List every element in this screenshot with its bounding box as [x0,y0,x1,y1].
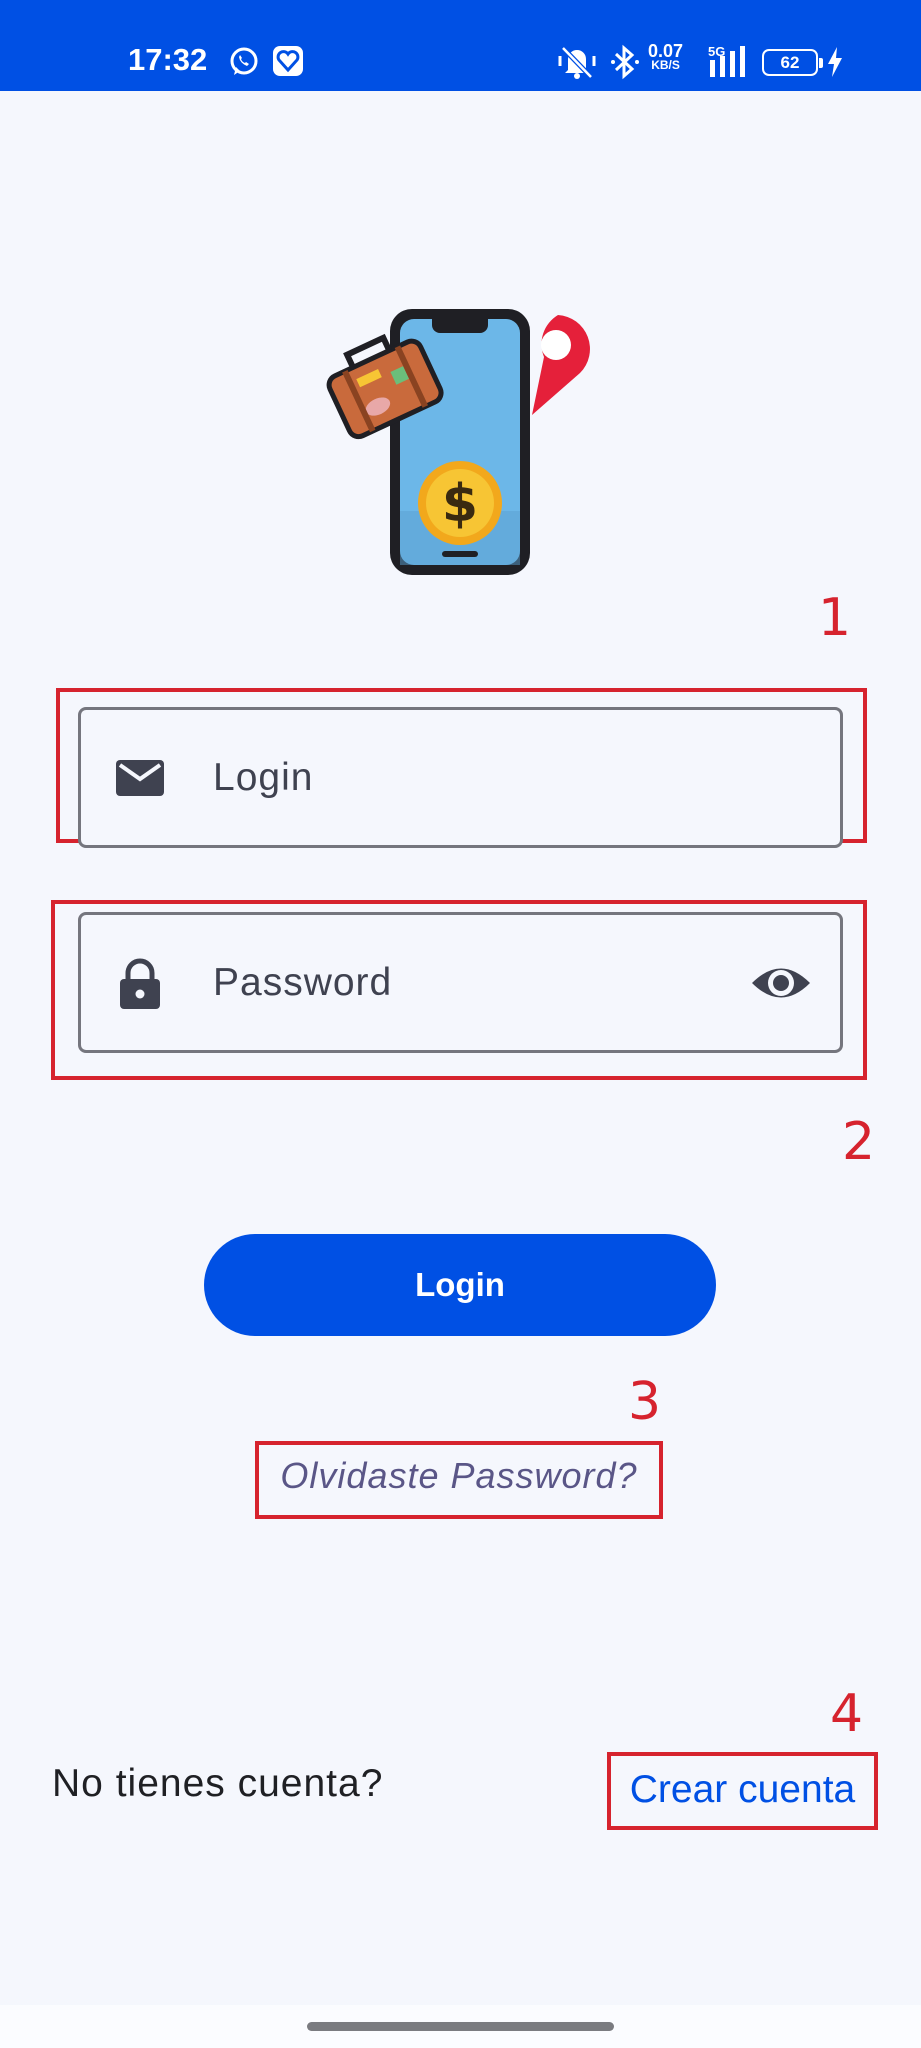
network-speed: 0.07 KB/S [648,41,684,72]
status-bar: 17:32 0.07 KB/S 5G 62 [0,0,921,91]
whatsapp-icon [230,47,258,75]
password-placeholder: Password [213,960,393,1004]
network-speed-value: 0.07 [648,41,684,61]
create-account-link[interactable]: Crear cuenta [610,1757,875,1827]
network-speed-unit: KB/S [651,58,680,72]
annotation-number: 1 [818,588,852,648]
battery-icon: 62 [762,49,823,76]
annotation-number: 2 [842,1112,876,1172]
password-input[interactable]: Password [78,912,843,1053]
eye-icon[interactable] [750,952,812,1014]
heart-app-icon [273,46,303,76]
no-account-prompt: No tienes cuenta? [52,1762,384,1805]
annotation-number: 3 [628,1372,662,1432]
signal-icon [710,46,745,77]
mail-icon [116,759,164,796]
home-indicator[interactable] [307,2022,614,2031]
lock-icon [120,958,160,1009]
status-time: 17:32 [128,42,208,77]
annotation-number: 4 [830,1684,864,1744]
charging-icon [828,47,842,77]
login-screen: 17:32 0.07 KB/S 5G 62 $ 1 2 3 4 Login Pa… [0,0,921,2048]
bluetooth-icon [611,44,639,80]
login-placeholder: Login [213,755,314,799]
forgot-password-link[interactable]: Olvidaste Password? [255,1443,663,1519]
login-input[interactable]: Login [78,707,843,848]
mute-vibrate-icon [558,46,596,79]
login-button[interactable]: Login [204,1234,716,1336]
travel-expense-phone-icon: $ [326,309,590,575]
svg-text:$: $ [442,474,478,534]
